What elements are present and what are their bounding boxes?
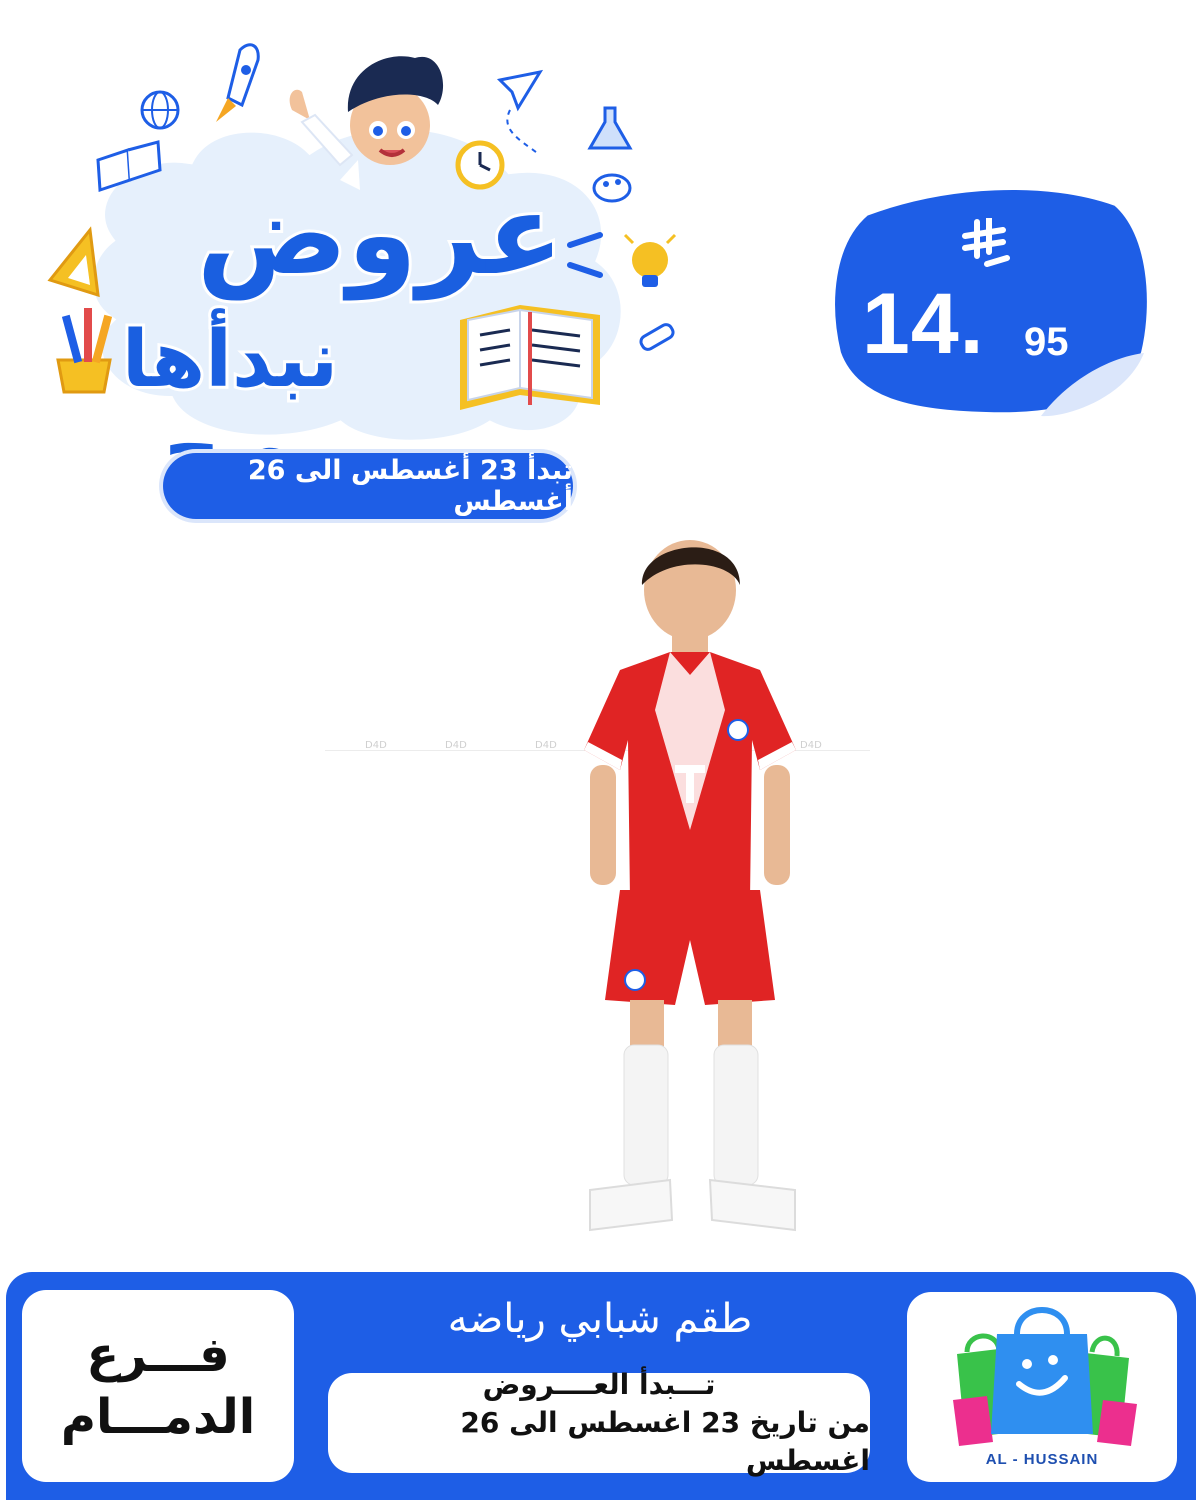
diploma-icon — [639, 323, 675, 351]
watermark-text: D4D — [535, 740, 557, 751]
flask-icon — [587, 106, 633, 150]
ruler-icon — [47, 226, 100, 298]
product-image — [584, 540, 796, 1232]
price-cents: 95 — [1024, 320, 1069, 364]
date-range-pill: تبدأ 23 أغسطس الى 26 أغسطس — [163, 453, 573, 519]
globe-icon — [140, 90, 180, 130]
watermark-text: D4D — [365, 740, 387, 751]
light-bulb-icon — [623, 233, 677, 287]
branch-label: فـــرع — [86, 1327, 230, 1383]
campaign-title: عروض — [194, 167, 566, 303]
watermark-text: D4D — [445, 740, 467, 751]
offer-dates-box: تـــبدأ العــــروض من تاريخ 23 اغسطس الى… — [328, 1368, 870, 1477]
offer-start-label: تـــبدأ العــــروض — [482, 1368, 716, 1401]
branch-city: الدمـــام — [60, 1389, 256, 1445]
saudi-riyal-symbol-icon — [962, 218, 1010, 267]
offer-date-range: من تاريخ 23 اغسطس الى 26 اغسطس — [460, 1406, 870, 1477]
brand-name: AL - HUSSAIN — [985, 1451, 1099, 1468]
product-name: طقم شبابي رياضه — [447, 1296, 753, 1342]
paper-plane-icon — [496, 69, 544, 156]
price-amount: 14. — [862, 276, 985, 372]
rocket-icon — [216, 43, 260, 122]
branch-card: فـــرع الدمـــام — [22, 1290, 294, 1482]
open-book-icon — [460, 305, 600, 410]
campaign-logo: عروض نبدأها صح — [40, 30, 700, 498]
